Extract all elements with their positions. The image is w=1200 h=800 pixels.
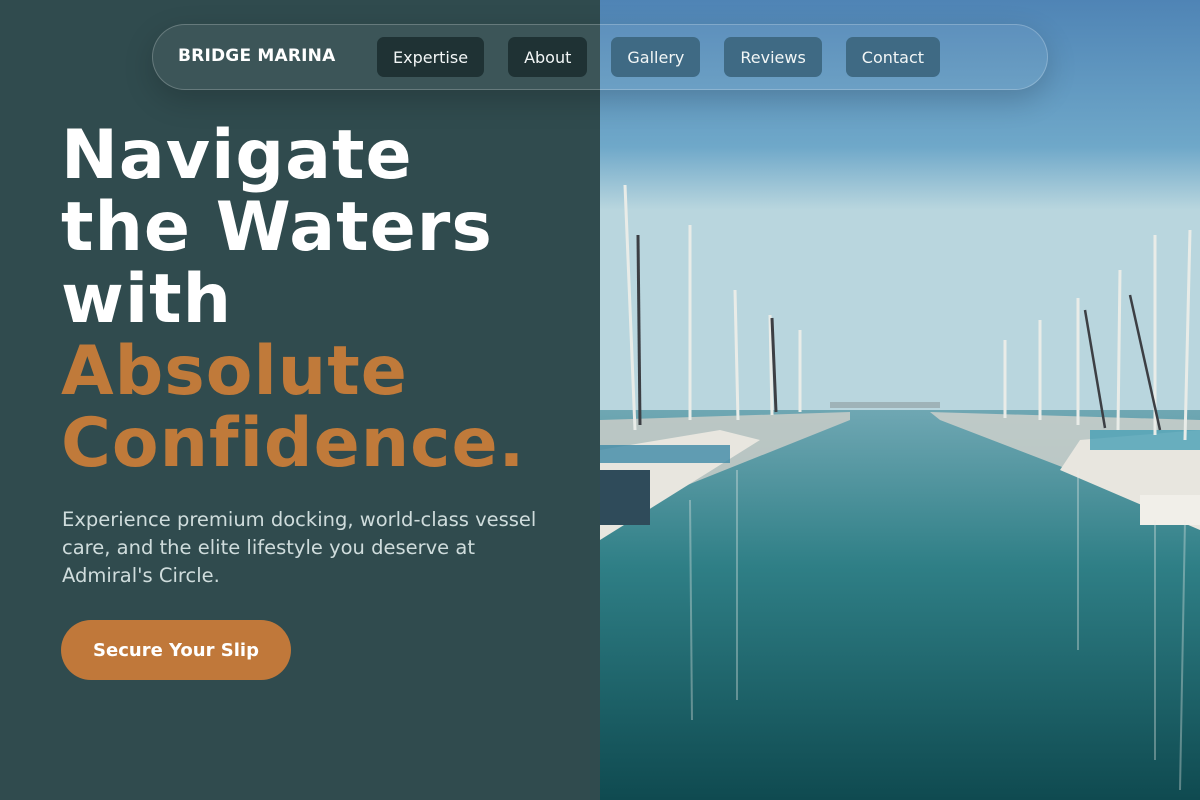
top-navigation: BRIDGE MARINA Expertise About Gallery Re… [152,24,1048,90]
hero-title-line: with [61,260,233,339]
nav-links: Expertise About Gallery Reviews Contact [377,37,941,77]
nav-link-gallery[interactable]: Gallery [611,37,701,77]
nav-link-reviews[interactable]: Reviews [724,37,822,77]
hero-subtitle: Experience premium docking, world-class … [62,508,537,587]
hero-title-accent-line: Absolute [61,332,408,411]
secure-slip-button[interactable]: Secure Your Slip [61,620,291,680]
hero-title: Navigate the Waters with Absolute Confid… [61,120,525,480]
marina-illustration [600,0,1200,800]
hero-title-line: Navigate [61,116,413,195]
nav-link-about[interactable]: About [508,37,588,77]
nav-link-contact[interactable]: Contact [845,37,941,77]
marina-photo [600,0,1200,800]
brand-logo[interactable]: BRIDGE MARINA [178,46,335,66]
nav-link-expertise[interactable]: Expertise [377,37,485,77]
hero-title-line: the Waters [61,188,493,267]
hero-title-accent-line: Confidence. [61,404,526,483]
